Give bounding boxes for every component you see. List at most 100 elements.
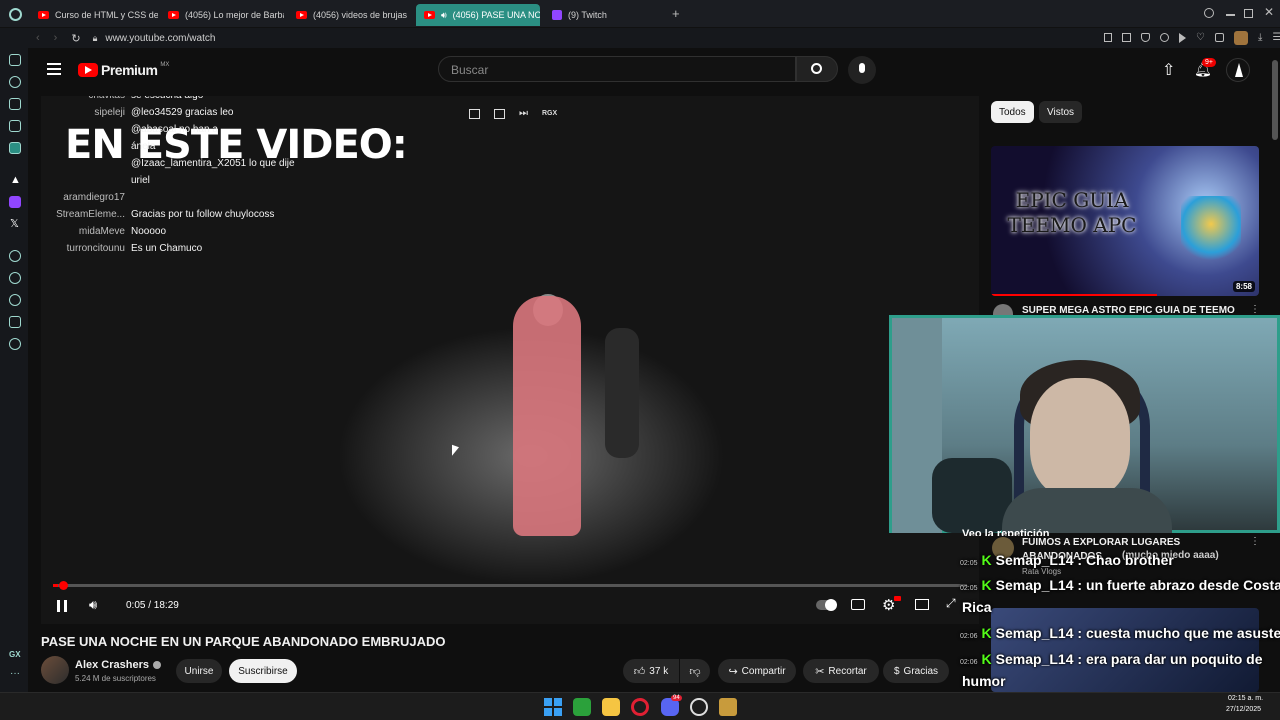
- upload-icon[interactable]: ⇧: [1162, 60, 1175, 80]
- teemo-figure: [1181, 196, 1241, 266]
- opera-gx-icon[interactable]: [631, 698, 649, 716]
- account-avatar[interactable]: [1226, 58, 1250, 82]
- thanks-icon: $: [893, 665, 900, 677]
- tab-3[interactable]: (4056) videos de brujas: [288, 4, 412, 26]
- tab-1[interactable]: Curso de HTML y CSS de: [30, 4, 158, 26]
- xbox-icon[interactable]: [573, 698, 591, 716]
- rec3-thumbnail[interactable]: [991, 608, 1259, 692]
- pin-icon[interactable]: [1104, 33, 1112, 42]
- twitch-side-icon[interactable]: [9, 196, 21, 208]
- forward-icon[interactable]: ›: [54, 32, 58, 44]
- maximize-icon[interactable]: [1244, 9, 1253, 18]
- game-launcher-icon[interactable]: [719, 698, 737, 716]
- url-field[interactable]: www.youtube.com/watch: [105, 33, 215, 44]
- youtube-logo-icon: [78, 63, 98, 77]
- share-button[interactable]: ↪ Compartir: [718, 659, 796, 683]
- steam-icon[interactable]: [690, 698, 708, 716]
- profile-avatar[interactable]: [1233, 31, 1248, 45]
- snapshot-icon[interactable]: [1122, 33, 1131, 42]
- tab-4-active[interactable]: 🔊︎ (4056) PASE UNA NO: [416, 4, 540, 26]
- file-explorer-icon[interactable]: [602, 698, 620, 716]
- reload-icon[interactable]: ↻: [71, 32, 80, 45]
- tab-2[interactable]: (4056) Lo mejor de Barba: [160, 4, 284, 26]
- progress-bar[interactable]: [53, 581, 967, 590]
- hamburger-menu-icon[interactable]: [47, 63, 61, 75]
- channel-name-text[interactable]: Alex Crashers: [75, 659, 149, 671]
- speaker-icon[interactable]: 🔊︎: [441, 10, 447, 21]
- heart-icon[interactable]: ♡: [1196, 33, 1205, 45]
- aria-icon[interactable]: ▲: [10, 174, 21, 186]
- progress-fill: [53, 584, 58, 587]
- messenger-icon[interactable]: [9, 142, 21, 154]
- search-tabs-icon[interactable]: [1204, 8, 1214, 18]
- miniplayer-icon[interactable]: [469, 108, 480, 119]
- flask-icon[interactable]: [9, 98, 21, 110]
- clock-time[interactable]: 02:15 a. m.: [1228, 695, 1263, 702]
- thanks-button[interactable]: $ Gracias: [883, 659, 949, 683]
- top-controls: ⏭︎ RGX: [469, 108, 557, 119]
- chat-message: un fuerte abrazo desde Costa: [1085, 577, 1280, 593]
- back-icon[interactable]: ‹: [36, 32, 40, 44]
- kick-badge-icon: K: [981, 651, 992, 667]
- pause-button[interactable]: [57, 600, 67, 612]
- fullscreen-icon[interactable]: ⤢: [946, 596, 956, 611]
- search-input[interactable]: Buscar: [438, 56, 796, 82]
- pip-icon[interactable]: [494, 108, 505, 119]
- rgx-badge[interactable]: RGX: [542, 110, 557, 117]
- autoplay-toggle[interactable]: [816, 599, 837, 611]
- opera-logo-icon[interactable]: [9, 8, 22, 21]
- menu-icon[interactable]: ☰: [1272, 33, 1280, 45]
- scrollbar[interactable]: [1272, 60, 1278, 140]
- channel-avatar[interactable]: [41, 656, 69, 684]
- new-tab-button[interactable]: +: [672, 6, 680, 21]
- search-button[interactable]: [796, 56, 838, 82]
- stream-chat-line: 02:05 K Semap_L14 : Chao brother: [960, 552, 1174, 568]
- chat-overlay-line: @abasoal no han a: [45, 124, 218, 135]
- video-player[interactable]: EN ESTE VIDEO: chavitasse escucha algosi…: [41, 96, 979, 624]
- channel-name[interactable]: Alex Crashers: [75, 659, 161, 671]
- chat-username: chavitas: [45, 96, 125, 101]
- camera-icon[interactable]: [1160, 33, 1169, 42]
- download-icon[interactable]: ⤓: [1258, 33, 1262, 45]
- like-button[interactable]: 👍︎ 37 k: [623, 659, 679, 683]
- volume-icon[interactable]: 🔊︎: [89, 597, 97, 613]
- dislike-button[interactable]: 👎︎: [680, 659, 710, 683]
- recommendation-thumbnail[interactable]: EPIC GUIA TEEMO APC 8:58: [991, 146, 1259, 296]
- clip-button[interactable]: ✂ Recortar: [803, 659, 879, 683]
- gx-icon[interactable]: GX: [9, 650, 21, 659]
- subscribe-button[interactable]: Suscribirse: [229, 659, 297, 683]
- scrubber-handle[interactable]: [59, 581, 68, 590]
- clock-icon[interactable]: [9, 294, 21, 306]
- player-icon[interactable]: [9, 54, 21, 66]
- youtube-logo[interactable]: Premium MX: [78, 62, 169, 78]
- history-icon[interactable]: [9, 76, 21, 88]
- theater-mode-icon[interactable]: [915, 599, 929, 610]
- wallet-icon[interactable]: [9, 120, 21, 132]
- youtube-icon: [424, 11, 435, 19]
- clock-date[interactable]: 27/12/2025: [1226, 706, 1261, 713]
- subtitles-icon[interactable]: [851, 599, 865, 610]
- extensions-side-icon[interactable]: [9, 316, 21, 328]
- puzzle-icon[interactable]: [1214, 33, 1224, 42]
- tab-5[interactable]: (9) Twitch: [544, 4, 664, 26]
- next-icon[interactable]: ⏭︎: [519, 108, 528, 119]
- chip-vistos[interactable]: Vistos: [1039, 101, 1083, 123]
- play-icon[interactable]: [1179, 33, 1186, 43]
- mic-button[interactable]: [848, 56, 876, 84]
- more-icon[interactable]: ···: [10, 668, 20, 679]
- start-icon[interactable]: [544, 698, 562, 716]
- more-options-icon[interactable]: ⋮: [1250, 304, 1260, 315]
- chip-todos[interactable]: Todos: [991, 101, 1034, 123]
- minimize-icon[interactable]: [1226, 14, 1235, 16]
- x-icon[interactable]: 𝕏: [10, 217, 19, 230]
- settings-side-icon[interactable]: [9, 338, 21, 350]
- heart-side-icon[interactable]: [9, 272, 21, 284]
- more-options-icon-2[interactable]: ⋮: [1250, 536, 1260, 547]
- chat-username: Semap_L14: [995, 577, 1074, 593]
- thumbnail-text: EPIC GUIA TEEMO APC: [1007, 188, 1137, 237]
- subscriber-count: 5.24 M de suscriptores: [75, 674, 156, 683]
- join-button[interactable]: Unirse: [176, 659, 222, 683]
- close-icon[interactable]: ✕: [1264, 5, 1274, 19]
- shield-icon[interactable]: [1141, 33, 1150, 42]
- music-icon[interactable]: [9, 250, 21, 262]
